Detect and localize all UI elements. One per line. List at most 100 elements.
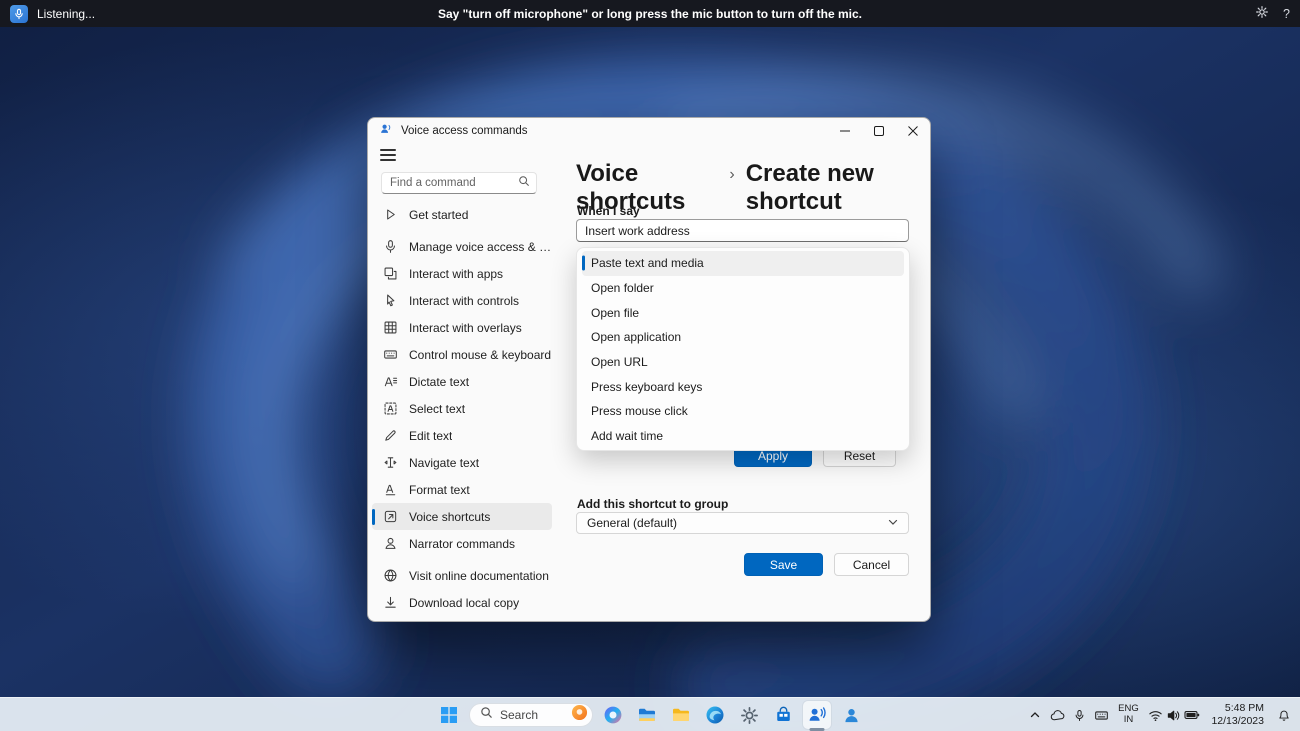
cancel-button[interactable]: Cancel xyxy=(834,553,909,576)
sidebar-item-label: Get started xyxy=(409,207,469,222)
tray-left-icons xyxy=(1024,702,1112,728)
close-button[interactable] xyxy=(896,118,930,144)
voice-access-app-icon xyxy=(379,122,393,141)
volume-icon xyxy=(1166,708,1181,723)
keyboard-icon xyxy=(382,347,398,363)
sidebar-item-label: Voice shortcuts xyxy=(409,509,491,524)
mic-icon xyxy=(382,239,398,255)
menu-item-paste-text-and-media[interactable]: Paste text and media xyxy=(582,251,904,276)
sidebar-item-label: Download local copy xyxy=(409,595,520,610)
group-select[interactable]: General (default) xyxy=(576,512,909,534)
menu-item-open-url[interactable]: Open URL xyxy=(582,350,904,375)
menu-item-label: Press keyboard keys xyxy=(591,379,703,394)
selection-accent xyxy=(582,255,585,271)
narrator-icon xyxy=(382,536,398,552)
copilot-icon[interactable] xyxy=(599,701,627,729)
voice-commands-window: Voice access commands Find a command Get… xyxy=(367,117,931,622)
chevron-up-icon[interactable] xyxy=(1024,702,1046,728)
sidebar-item-select-text[interactable]: Select text xyxy=(372,395,552,422)
cloud-icon[interactable] xyxy=(1046,702,1068,728)
navigate-icon xyxy=(382,455,398,471)
system-tray: ENG IN 5:48 PM 12/13/2023 xyxy=(1024,698,1297,731)
sidebar-item-narrator-commands[interactable]: Narrator commands xyxy=(372,530,552,557)
cursor-icon xyxy=(382,293,398,309)
menu-item-open-file[interactable]: Open file xyxy=(582,300,904,325)
sidebar-item-label: Navigate text xyxy=(409,455,480,470)
sidebar-item-label: Interact with controls xyxy=(409,293,520,308)
clock[interactable]: 5:48 PM 12/13/2023 xyxy=(1205,702,1270,728)
sidebar-item-label: Edit text xyxy=(409,428,453,443)
shortcut-icon xyxy=(382,509,398,525)
menu-item-label: Press mouse click xyxy=(591,404,688,419)
language-indicator[interactable]: ENG IN xyxy=(1113,703,1143,726)
notification-bell-icon[interactable] xyxy=(1271,702,1297,728)
voice-access-bar: Listening... Say "turn off microphone" o… xyxy=(0,0,1300,27)
sidebar-item-label: Interact with overlays xyxy=(409,320,522,335)
folder-icon[interactable] xyxy=(667,701,695,729)
menu-item-press-mouse-click[interactable]: Press mouse click xyxy=(582,399,904,424)
sidebar-item-visit-online-documentation[interactable]: Visit online documentation xyxy=(372,562,552,589)
start-button[interactable] xyxy=(435,701,463,729)
taskbar-search[interactable]: Search xyxy=(469,703,593,727)
sidebar-item-manage-voice-access-mic[interactable]: Manage voice access & mic xyxy=(372,233,552,260)
voice-access-icon[interactable] xyxy=(803,701,831,731)
menu-item-press-keyboard-keys[interactable]: Press keyboard keys xyxy=(582,374,904,399)
command-search-input[interactable] xyxy=(390,177,518,189)
sidebar-item-voice-shortcuts[interactable]: Voice shortcuts xyxy=(372,503,552,530)
voice-access-mic-icon[interactable] xyxy=(10,4,28,23)
search-icon xyxy=(480,706,493,724)
taskbar: Search ENG IN 5:48 PM 12/13/2023 xyxy=(0,697,1300,731)
maximize-button[interactable] xyxy=(862,118,896,144)
store-icon[interactable] xyxy=(769,701,797,729)
sidebar-item-interact-with-controls[interactable]: Interact with controls xyxy=(372,287,552,314)
voice-status: Listening... xyxy=(37,6,96,21)
menu-item-label: Add wait time xyxy=(591,429,664,444)
mic-icon[interactable] xyxy=(1068,702,1090,728)
voice-help-icon[interactable]: ? xyxy=(1283,7,1290,21)
menu-item-open-folder[interactable]: Open folder xyxy=(582,276,904,301)
minimize-button[interactable] xyxy=(828,118,862,144)
when-i-say-label: When I say xyxy=(577,204,640,218)
chevron-down-icon xyxy=(888,516,898,530)
desktop: Listening... Say "turn off microphone" o… xyxy=(0,0,1300,731)
language-region: IN xyxy=(1123,714,1134,725)
taskbar-apps xyxy=(599,701,865,731)
menu-item-label: Open folder xyxy=(591,281,654,296)
menu-item-label: Open application xyxy=(591,330,682,345)
page-title: Create new shortcut xyxy=(745,160,874,215)
sidebar-item-navigate-text[interactable]: Navigate text xyxy=(372,449,552,476)
menu-item-label: Open file xyxy=(591,305,640,320)
menu-item-add-wait-time[interactable]: Add wait time xyxy=(582,424,904,449)
file-explorer-icon[interactable] xyxy=(633,701,661,729)
people-icon[interactable] xyxy=(837,701,865,729)
voice-settings-gear-icon[interactable] xyxy=(1255,5,1269,22)
taskbar-search-label: Search xyxy=(500,708,539,722)
tray-status-icons[interactable] xyxy=(1144,707,1204,723)
battery-icon xyxy=(1184,707,1200,723)
dictate-icon xyxy=(382,374,398,390)
download-icon xyxy=(382,595,398,611)
breadcrumb-chevron-icon: › xyxy=(729,166,735,183)
group-label: Add this shortcut to group xyxy=(577,497,729,511)
sidebar-item-get-started[interactable]: Get started xyxy=(372,201,552,228)
search-highlights-icon[interactable] xyxy=(571,704,588,726)
settings-icon[interactable] xyxy=(735,701,763,729)
menu-item-open-application[interactable]: Open application xyxy=(582,325,904,350)
edge-icon[interactable] xyxy=(701,701,729,729)
keyboard-icon[interactable] xyxy=(1090,702,1112,728)
sidebar-item-download-local-copy[interactable]: Download local copy xyxy=(372,589,552,616)
window-title: Voice access commands xyxy=(401,125,528,137)
sidebar-item-dictate-text[interactable]: Dictate text xyxy=(372,368,552,395)
action-dropdown-menu: Paste text and media Open folder Open fi… xyxy=(576,247,910,451)
sidebar-item-label: Narrator commands xyxy=(409,536,516,551)
select-icon xyxy=(382,401,398,417)
sidebar-item-interact-with-overlays[interactable]: Interact with overlays xyxy=(372,314,552,341)
sidebar-item-interact-with-apps[interactable]: Interact with apps xyxy=(372,260,552,287)
command-search[interactable] xyxy=(381,172,537,194)
when-i-say-input[interactable] xyxy=(576,219,909,242)
sidebar-item-control-mouse-keyboard[interactable]: Control mouse & keyboard xyxy=(372,341,552,368)
save-button[interactable]: Save xyxy=(744,553,823,576)
sidebar-item-format-text[interactable]: Format text xyxy=(372,476,552,503)
menu-button[interactable] xyxy=(380,148,396,162)
sidebar-item-edit-text[interactable]: Edit text xyxy=(372,422,552,449)
